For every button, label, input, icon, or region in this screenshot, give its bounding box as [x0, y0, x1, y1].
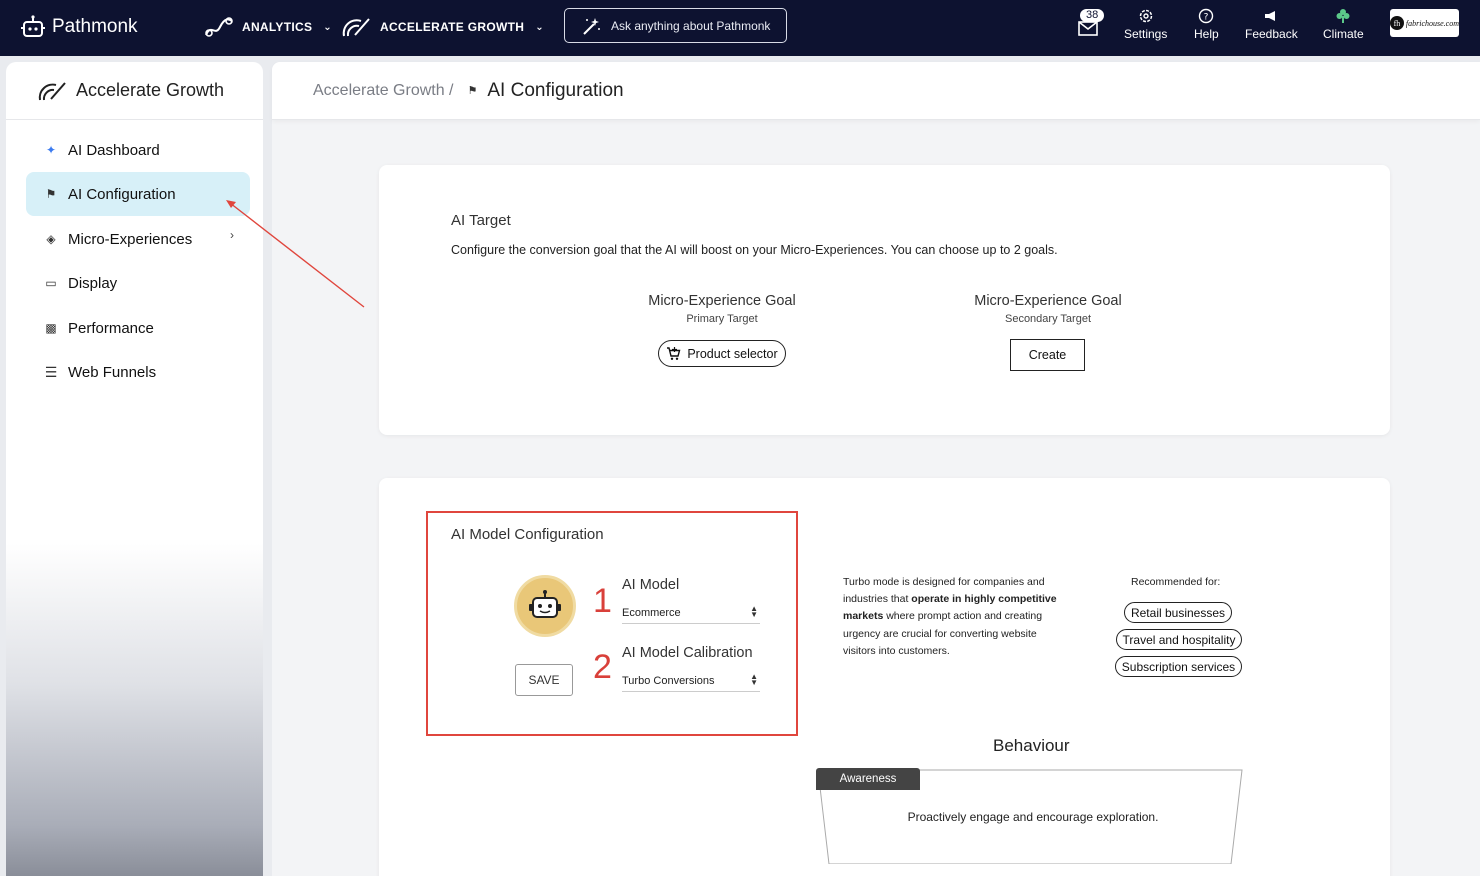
svg-text:?: ? [1204, 13, 1209, 23]
ai-target-description: Configure the conversion goal that the A… [451, 243, 1058, 257]
sidebar-item-label: Performance [68, 319, 154, 337]
behaviour-title: Behaviour [993, 736, 1070, 755]
gear-icon [1139, 9, 1152, 23]
settings-button[interactable]: Settings [1124, 8, 1167, 41]
layers-icon: ◈ [46, 232, 56, 246]
ai-target-card: AI Target Configure the conversion goal … [379, 165, 1390, 435]
account-logo-mark: fh [1390, 16, 1404, 30]
sidebar-item-label: AI Configuration [68, 185, 176, 203]
create-goal-button[interactable]: Create [1010, 339, 1085, 371]
feedback-button[interactable]: Feedback [1245, 8, 1298, 41]
sparkle-icon: ✦ [45, 143, 57, 157]
top-navigation-bar: Pathmonk ANALYTICS ⌄ ACCELERATE GROWTH ⌄… [0, 0, 1480, 56]
bar-chart-icon: ▩ [45, 321, 57, 335]
account-logo-text: fabrichouse.com [1405, 18, 1459, 28]
main-content: Accelerate Growth / ⚑ AI Configuration A… [272, 62, 1480, 876]
robot-logo-icon [21, 15, 45, 37]
brand-name: Pathmonk [52, 16, 138, 37]
breadcrumb: Accelerate Growth / ⚑ AI Configuration [272, 62, 1480, 120]
list-icon: ☰ [44, 363, 58, 380]
sidebar-item-label: AI Dashboard [68, 141, 160, 159]
ai-target-title: AI Target [451, 212, 511, 229]
help-button[interactable]: ? Help [1194, 8, 1219, 41]
cart-icon [667, 347, 681, 360]
behaviour-text: Proactively engage and encourage explora… [907, 810, 1159, 824]
settings-label: Settings [1124, 27, 1168, 41]
sidebar-item-web-funnels[interactable]: ☰ Web Funnels [26, 350, 250, 394]
turbo-description: Turbo mode is designed for companies and… [843, 574, 1068, 660]
secondary-goal: Micro-Experience Goal Secondary Target [948, 293, 1148, 325]
recommended-tag: Subscription services [1115, 656, 1242, 677]
primary-goal-subtitle: Primary Target [686, 313, 758, 325]
secondary-goal-title: Micro-Experience Goal [974, 293, 1122, 309]
plant-icon [1336, 9, 1350, 23]
ask-pathmonk-input[interactable]: Ask anything about Pathmonk [564, 8, 787, 43]
sidebar-title: Accelerate Growth [76, 80, 225, 100]
behaviour-panel: Awareness Proactively engage and encoura… [816, 768, 1244, 864]
nav-analytics-label: ANALYTICS [242, 20, 313, 34]
product-selector-button[interactable]: Product selector [658, 340, 786, 367]
accelerate-growth-icon [38, 81, 66, 100]
pathmonk-logo[interactable]: Pathmonk [20, 14, 138, 40]
secondary-goal-subtitle: Secondary Target [1004, 313, 1092, 325]
sidebar-item-label: Web Funnels [68, 363, 157, 381]
page-title: AI Configuration [487, 79, 624, 101]
chevron-down-icon: ⌄ [323, 21, 332, 33]
megaphone-icon [1265, 11, 1276, 21]
magic-wand-icon [583, 17, 600, 35]
climate-label: Climate [1323, 27, 1364, 41]
sidebar-item-performance[interactable]: ▩ Performance [26, 306, 250, 350]
sidebar-item-ai-configuration[interactable]: ⚑ AI Configuration [26, 172, 250, 216]
sidebar-item-display[interactable]: ▭ Display [26, 261, 250, 305]
accelerate-growth-icon [342, 18, 370, 37]
nav-analytics[interactable]: ANALYTICS ⌄ [203, 15, 332, 39]
analytics-icon [205, 17, 233, 37]
feedback-label: Feedback [1245, 27, 1298, 41]
chevron-right-icon: › [230, 228, 234, 242]
annotation-highlight-box [426, 511, 798, 736]
breadcrumb-parent[interactable]: Accelerate Growth / [313, 82, 454, 100]
ask-placeholder: Ask anything about Pathmonk [611, 18, 771, 33]
recommended-tag: Retail businesses [1124, 602, 1232, 623]
primary-goal-title: Micro-Experience Goal [648, 293, 796, 309]
help-label: Help [1194, 27, 1219, 41]
nav-accelerate-growth[interactable]: ACCELERATE GROWTH ⌄ [341, 15, 544, 39]
help-icon: ? [1199, 8, 1214, 24]
chevron-down-icon: ⌄ [535, 21, 544, 33]
awareness-tag: Awareness [816, 768, 920, 790]
flag-icon: ⚑ [45, 187, 57, 201]
flag-icon: ⚑ [467, 85, 478, 97]
recommended-tag: Travel and hospitality [1116, 629, 1242, 650]
account-logo[interactable]: fh fabrichouse.com [1390, 9, 1459, 37]
sidebar-header: Accelerate Growth [6, 62, 263, 120]
sidebar: Accelerate Growth ✦ AI Dashboard ⚑ AI Co… [6, 62, 263, 876]
sidebar-item-ai-dashboard[interactable]: ✦ AI Dashboard [26, 128, 250, 172]
messages-button[interactable]: 38 [1076, 8, 1108, 38]
mail-icon [1078, 21, 1098, 36]
nav-accelerate-growth-label: ACCELERATE GROWTH [380, 20, 525, 34]
climate-button[interactable]: Climate [1323, 8, 1364, 41]
primary-goal: Micro-Experience Goal Primary Target [622, 293, 822, 325]
sidebar-item-micro-experiences[interactable]: ◈ Micro-Experiences › [26, 217, 250, 261]
product-selector-label: Product selector [687, 346, 778, 361]
sidebar-item-label: Display [68, 274, 118, 292]
recommended-title: Recommended for: [1131, 576, 1221, 588]
display-icon: ▭ [45, 276, 57, 290]
sidebar-item-label: Micro-Experiences [68, 230, 193, 248]
